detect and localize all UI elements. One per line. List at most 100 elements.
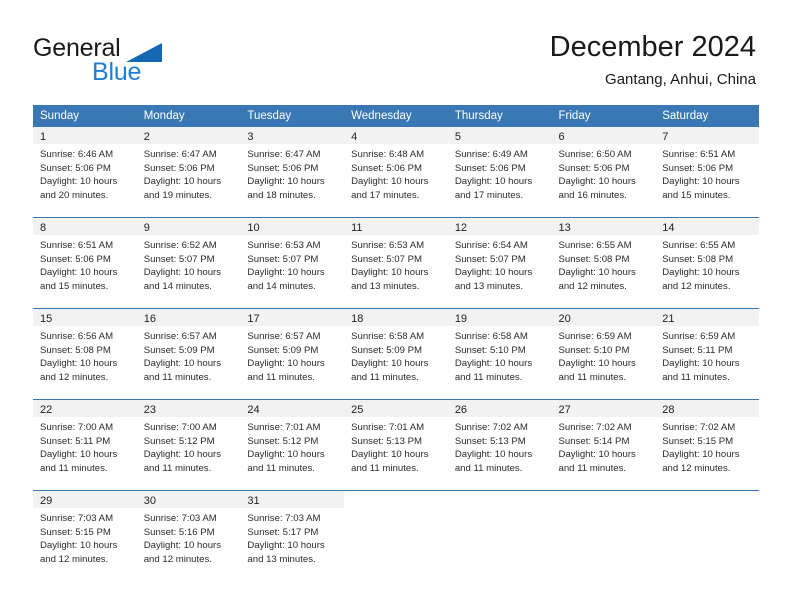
day-cell[interactable]: 21 Sunrise: 6:59 AM Sunset: 5:11 PM Dayligh… — [655, 308, 759, 400]
day-cell-empty — [552, 491, 656, 582]
day-cell[interactable]: 3 Sunrise: 6:47 AM Sunset: 5:06 PM Daylight… — [240, 127, 345, 218]
day-details: Sunrise: 6:59 AM Sunset: 5:10 PM Daylight:… — [552, 326, 656, 384]
daylight-text-line2: and 18 minutes. — [247, 189, 316, 201]
day-number: 11 — [344, 218, 448, 235]
daylight-text-line2: and 11 minutes. — [558, 462, 627, 474]
calendar-header-row: Sunday Monday Tuesday Wednesday Thursday… — [33, 105, 759, 127]
day-details: Sunrise: 7:00 AM Sunset: 5:11 PM Daylight:… — [33, 417, 137, 475]
day-cell[interactable]: 20 Sunrise: 6:59 AM Sunset: 5:10 PM Dayligh… — [551, 308, 656, 400]
day-cell[interactable]: 2 Sunrise: 6:47 AM Sunset: 5:06 PM Daylight… — [136, 127, 241, 218]
daylight-text-line2: and 14 minutes. — [143, 280, 212, 292]
daylight-text-line1: Daylight: 10 hours — [454, 449, 533, 461]
weekday-header-friday: Friday — [551, 105, 656, 127]
sunrise-text: Sunrise: 6:50 AM — [558, 149, 632, 160]
day-number: 18 — [344, 309, 448, 326]
day-details: Sunrise: 6:57 AM Sunset: 5:09 PM Daylight:… — [137, 326, 241, 384]
day-cell-empty — [655, 491, 759, 582]
daylight-text-line2: and 13 minutes. — [247, 553, 316, 565]
daylight-text-line1: Daylight: 10 hours — [662, 358, 740, 370]
day-cell[interactable]: 6 Sunrise: 6:50 AM Sunset: 5:06 PM Daylight… — [551, 127, 656, 218]
week-row: 15 Sunrise: 6:56 AM Sunset: 5:08 PM Dayligh… — [33, 308, 759, 400]
daylight-text-line1: Daylight: 10 hours — [40, 358, 118, 370]
day-number: 29 — [33, 491, 137, 508]
sunset-text: Sunset: 5:13 PM — [454, 435, 526, 447]
day-cell[interactable]: 31 Sunrise: 7:03 AM Sunset: 5:17 PM Dayligh… — [240, 491, 345, 582]
day-number: 20 — [551, 309, 656, 326]
day-cell[interactable]: 13 Sunrise: 6:55 AM Sunset: 5:08 PM Dayligh… — [551, 217, 656, 309]
daylight-text-line2: and 12 minutes. — [143, 553, 212, 565]
day-cell[interactable]: 26 Sunrise: 7:02 AM Sunset: 5:13 PM Dayligh… — [447, 399, 552, 491]
daylight-text-line1: Daylight: 10 hours — [454, 267, 533, 279]
daylight-text-line2: and 12 minutes. — [40, 371, 109, 383]
day-cell[interactable]: 12 Sunrise: 6:54 AM Sunset: 5:07 PM Dayligh… — [447, 217, 552, 309]
day-cell[interactable]: 4 Sunrise: 6:48 AM Sunset: 5:06 PM Daylight… — [344, 127, 448, 218]
day-number — [552, 491, 656, 508]
day-details: Sunrise: 6:46 AM Sunset: 5:06 PM Daylight:… — [33, 144, 137, 202]
day-number: 3 — [240, 127, 345, 144]
daylight-text-line1: Daylight: 10 hours — [558, 449, 636, 461]
daylight-text-line1: Daylight: 10 hours — [143, 358, 222, 370]
daylight-text-line2: and 11 minutes. — [247, 371, 315, 383]
day-cell[interactable]: 27 Sunrise: 7:02 AM Sunset: 5:14 PM Dayligh… — [551, 399, 656, 491]
day-cell[interactable]: 19 Sunrise: 6:58 AM Sunset: 5:10 PM Dayligh… — [447, 308, 552, 400]
day-details: Sunrise: 6:52 AM Sunset: 5:07 PM Daylight:… — [137, 235, 241, 293]
sunset-text: Sunset: 5:07 PM — [247, 253, 319, 265]
daylight-text-line2: and 19 minutes. — [143, 189, 212, 201]
sunset-text: Sunset: 5:06 PM — [662, 162, 734, 174]
day-cell[interactable]: 10 Sunrise: 6:53 AM Sunset: 5:07 PM Dayligh… — [240, 217, 345, 309]
day-cell[interactable]: 24 Sunrise: 7:01 AM Sunset: 5:12 PM Dayligh… — [240, 399, 345, 491]
day-number: 12 — [447, 218, 552, 235]
day-cell[interactable]: 15 Sunrise: 6:56 AM Sunset: 5:08 PM Dayligh… — [33, 308, 137, 400]
day-cell[interactable]: 7 Sunrise: 6:51 AM Sunset: 5:06 PM Daylight… — [655, 127, 759, 218]
sunset-text: Sunset: 5:08 PM — [662, 253, 734, 265]
day-number: 13 — [551, 218, 656, 235]
day-cell[interactable]: 29 Sunrise: 7:03 AM Sunset: 5:15 PM Dayligh… — [33, 491, 137, 582]
day-cell[interactable]: 25 Sunrise: 7:01 AM Sunset: 5:13 PM Dayligh… — [344, 399, 448, 491]
day-cell[interactable]: 1 Sunrise: 6:46 AM Sunset: 5:06 PM Daylight… — [33, 127, 137, 218]
day-number: 9 — [136, 218, 241, 235]
day-details: Sunrise: 6:48 AM Sunset: 5:06 PM Daylight:… — [344, 144, 448, 202]
daylight-text-line2: and 11 minutes. — [143, 462, 212, 474]
daylight-text-line1: Daylight: 10 hours — [454, 358, 533, 370]
day-cell[interactable]: 14 Sunrise: 6:55 AM Sunset: 5:08 PM Dayligh… — [655, 217, 759, 309]
sunrise-text: Sunrise: 6:51 AM — [662, 149, 736, 160]
daylight-text-line1: Daylight: 10 hours — [454, 176, 533, 188]
general-blue-logo[interactable]: General Blue — [33, 34, 233, 86]
week-row: 8 Sunrise: 6:51 AM Sunset: 5:06 PM Daylight… — [33, 217, 759, 309]
day-cell[interactable]: 11 Sunrise: 6:53 AM Sunset: 5:07 PM Dayligh… — [344, 217, 448, 309]
sunset-text: Sunset: 5:09 PM — [351, 344, 423, 356]
day-cell[interactable]: 9 Sunrise: 6:52 AM Sunset: 5:07 PM Daylight… — [136, 217, 241, 309]
sunrise-text: Sunrise: 6:47 AM — [247, 149, 321, 160]
day-cell[interactable]: 18 Sunrise: 6:58 AM Sunset: 5:09 PM Dayligh… — [344, 308, 448, 400]
daylight-text-line1: Daylight: 10 hours — [662, 449, 740, 461]
sunrise-text: Sunrise: 6:57 AM — [143, 331, 217, 342]
daylight-text-line1: Daylight: 10 hours — [143, 267, 222, 279]
sunset-text: Sunset: 5:08 PM — [40, 344, 111, 356]
day-cell[interactable]: 30 Sunrise: 7:03 AM Sunset: 5:16 PM Dayligh… — [136, 491, 241, 582]
daylight-text-line2: and 17 minutes. — [454, 189, 524, 201]
day-cell[interactable]: 8 Sunrise: 6:51 AM Sunset: 5:06 PM Daylight… — [33, 217, 137, 309]
day-cell[interactable]: 16 Sunrise: 6:57 AM Sunset: 5:09 PM Dayligh… — [136, 308, 241, 400]
sunset-text: Sunset: 5:10 PM — [558, 344, 630, 356]
sunset-text: Sunset: 5:15 PM — [662, 435, 734, 447]
day-cell[interactable]: 22 Sunrise: 7:00 AM Sunset: 5:11 PM Dayligh… — [33, 399, 137, 491]
daylight-text-line2: and 13 minutes. — [454, 280, 524, 292]
day-number: 4 — [344, 127, 448, 144]
day-number: 2 — [136, 127, 241, 144]
day-cell[interactable]: 23 Sunrise: 7:00 AM Sunset: 5:12 PM Dayligh… — [136, 399, 241, 491]
day-cell[interactable]: 28 Sunrise: 7:02 AM Sunset: 5:15 PM Dayligh… — [655, 399, 759, 491]
day-number: 15 — [33, 309, 137, 326]
daylight-text-line2: and 15 minutes. — [40, 280, 109, 292]
day-cell[interactable]: 5 Sunrise: 6:49 AM Sunset: 5:06 PM Daylight… — [447, 127, 552, 218]
sunrise-text: Sunrise: 6:46 AM — [40, 149, 114, 160]
day-number: 19 — [447, 309, 552, 326]
day-cell[interactable]: 17 Sunrise: 6:57 AM Sunset: 5:09 PM Dayligh… — [240, 308, 345, 400]
week-row: 22 Sunrise: 7:00 AM Sunset: 5:11 PM Dayligh… — [33, 399, 759, 491]
sunset-text: Sunset: 5:09 PM — [143, 344, 215, 356]
sunrise-text: Sunrise: 7:03 AM — [143, 513, 217, 524]
sunrise-text: Sunrise: 6:53 AM — [247, 240, 321, 251]
sunset-text: Sunset: 5:06 PM — [454, 162, 526, 174]
daylight-text-line1: Daylight: 10 hours — [40, 267, 118, 279]
day-number: 22 — [33, 400, 137, 417]
weekday-header-tuesday: Tuesday — [240, 105, 345, 127]
